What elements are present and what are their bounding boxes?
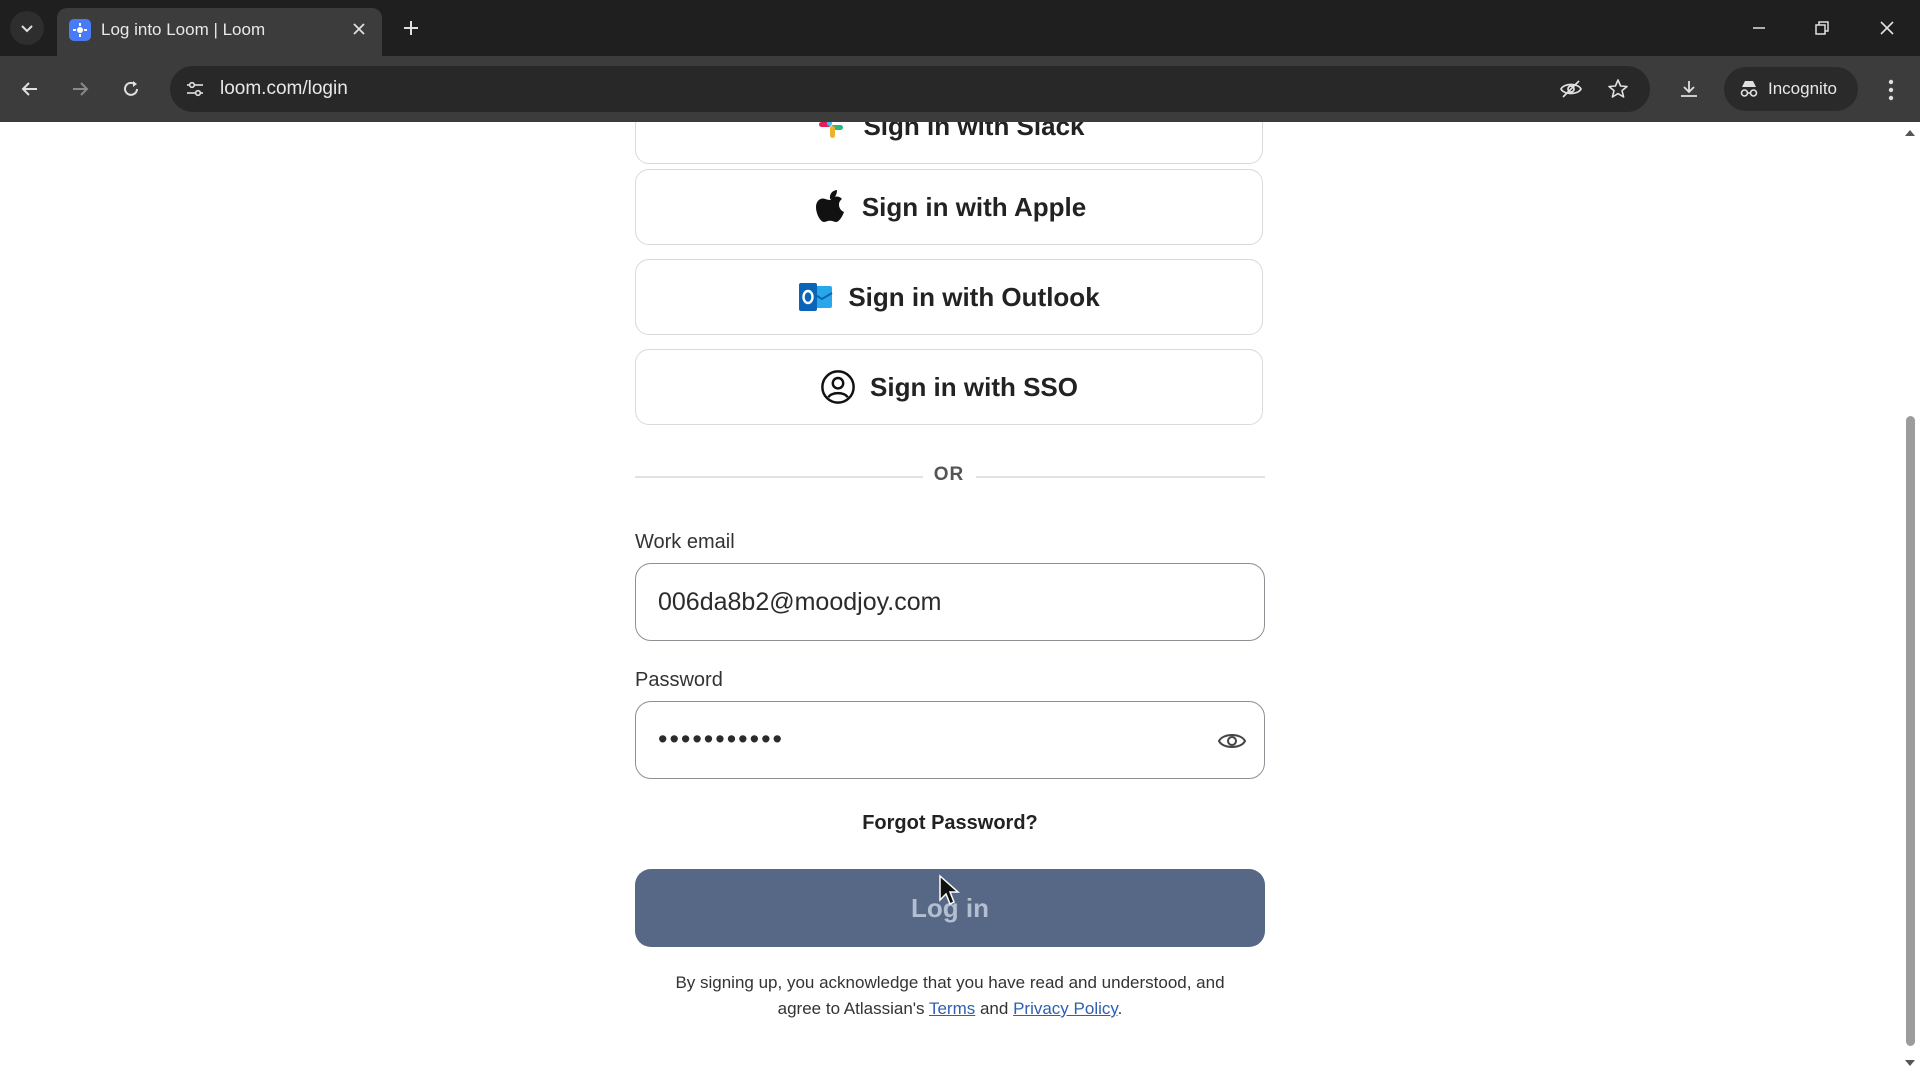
sign-in-apple-label: Sign in with Apple — [861, 191, 1087, 222]
restore-window-icon[interactable] — [1806, 12, 1838, 44]
sign-in-sso-button[interactable]: Sign in with SSO — [635, 349, 1263, 425]
incognito-label: Incognito — [1768, 79, 1837, 98]
sign-in-apple-button[interactable]: Sign in with Apple — [635, 169, 1263, 245]
tab-title: Log into Loom | Loom — [101, 20, 266, 39]
work-email-value: 006da8b2@moodjoy.com — [658, 588, 942, 616]
forward-arrow-icon[interactable] — [63, 72, 97, 106]
password-input[interactable]: ••••••••••• — [635, 701, 1265, 779]
sign-in-outlook-label: Sign in with Outlook — [848, 281, 1100, 312]
password-masked-value: ••••••••••• — [658, 724, 784, 754]
work-email-label: Work email — [635, 531, 735, 553]
outlook-icon — [798, 279, 834, 315]
back-arrow-icon[interactable] — [13, 72, 47, 106]
bookmark-star-icon[interactable] — [1604, 75, 1632, 103]
legal-line-1: By signing up, you acknowledge that you … — [675, 973, 1225, 992]
browser-menu-kebab-icon[interactable] — [1876, 73, 1906, 107]
loom-favicon-icon — [69, 19, 91, 41]
privacy-policy-link[interactable]: Privacy Policy — [1013, 999, 1118, 1018]
incognito-icon — [1738, 79, 1760, 99]
sign-in-outlook-button[interactable]: Sign in with Outlook — [635, 259, 1263, 335]
slack-icon — [813, 122, 849, 144]
minimize-window-icon[interactable] — [1743, 12, 1775, 44]
show-password-eye-icon[interactable] — [1216, 726, 1248, 756]
download-icon[interactable] — [1672, 72, 1706, 106]
url-text: loom.com/login — [220, 78, 348, 99]
divider-line-left — [635, 476, 923, 478]
mouse-cursor-icon — [938, 874, 960, 906]
browser-toolbar: loom.com/login Incognito — [0, 56, 1920, 122]
scroll-up-arrow-icon[interactable] — [1904, 128, 1916, 138]
legal-prefix: agree to Atlassian's — [777, 999, 925, 1018]
login-page: Sign in with Slack Sign in with Apple Si… — [0, 122, 1920, 1076]
user-circle-icon — [820, 369, 856, 405]
incognito-indicator[interactable]: Incognito — [1724, 67, 1858, 111]
sign-in-slack-button[interactable]: Sign in with Slack — [635, 122, 1263, 164]
scrollbar-thumb[interactable] — [1906, 416, 1915, 1046]
apple-icon — [812, 189, 848, 225]
new-tab-plus-icon[interactable] — [397, 14, 425, 42]
legal-suffix: . — [1117, 999, 1123, 1018]
page-scrollbar[interactable] — [1900, 122, 1920, 1076]
work-email-input[interactable]: 006da8b2@moodjoy.com — [635, 563, 1265, 641]
eye-slash-tracking-icon[interactable] — [1557, 75, 1585, 103]
forgot-password-link[interactable]: Forgot Password? — [635, 812, 1265, 835]
legal-notice: By signing up, you acknowledge that you … — [635, 970, 1265, 1022]
divider-line-right — [976, 476, 1265, 478]
address-bar[interactable]: loom.com/login — [170, 66, 1650, 112]
close-window-icon[interactable] — [1871, 12, 1903, 44]
legal-line-2: agree to Atlassian's Terms and Privacy P… — [635, 996, 1265, 1022]
tab-close-icon[interactable] — [348, 18, 370, 40]
terms-link[interactable]: Terms — [929, 999, 975, 1018]
tab-search-dropdown-icon[interactable] — [10, 11, 44, 45]
scroll-down-arrow-icon[interactable] — [1904, 1058, 1916, 1068]
site-info-tune-icon[interactable] — [182, 76, 208, 102]
sign-in-slack-label: Sign in with Slack — [863, 122, 1085, 141]
password-label: Password — [635, 669, 723, 691]
reload-icon[interactable] — [114, 72, 148, 106]
browser-tab-bar: Log into Loom | Loom — [0, 0, 1920, 56]
legal-and: and — [979, 999, 1009, 1018]
browser-tab-active[interactable]: Log into Loom | Loom — [57, 8, 382, 56]
sign-in-sso-label: Sign in with SSO — [870, 371, 1078, 402]
or-divider-text: OR — [933, 464, 965, 485]
